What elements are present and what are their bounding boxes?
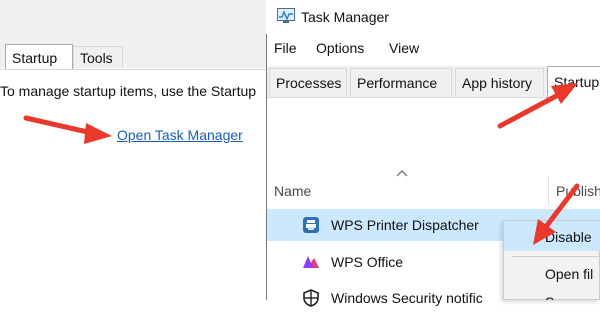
annotation-arrow-to-link <box>23 115 112 144</box>
annotation-arrow-to-startup-tab <box>497 83 578 129</box>
annotation-arrows <box>23 83 580 245</box>
annotation-arrow-to-disable <box>533 183 580 245</box>
